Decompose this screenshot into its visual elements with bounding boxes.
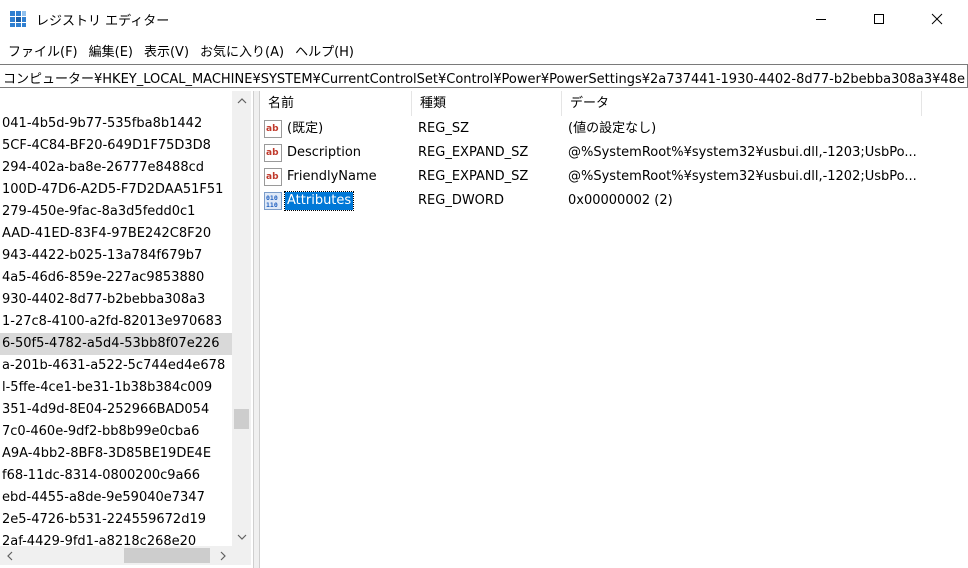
vertical-scroll-thumb[interactable]: [234, 409, 249, 429]
value-type: REG_SZ: [418, 121, 469, 136]
value-type: REG_EXPAND_SZ: [418, 145, 529, 160]
value-data: (値の設定なし): [568, 121, 657, 136]
tree-item[interactable]: 351-4d9d-8E04-252966BAD054: [0, 399, 232, 421]
tree-item[interactable]: ebd-4455-a8de-9e59040e7347: [0, 487, 232, 509]
tree-item[interactable]: 4a5-46d6-859e-227ac9853880: [0, 267, 232, 289]
address-bar[interactable]: コンピューター¥HKEY_LOCAL_MACHINE¥SYSTEM¥Curren…: [0, 64, 968, 88]
tree-item[interactable]: AAD-41ED-83F4-97BE242C8F20: [0, 223, 232, 245]
string-value-icon: ab: [264, 120, 282, 138]
close-button[interactable]: [908, 0, 966, 38]
value-row[interactable]: ab (既定) REG_SZ (値の設定なし): [260, 117, 968, 141]
value-name: FriendlyName: [287, 169, 377, 184]
value-name: Attributes: [283, 191, 355, 211]
menu-help[interactable]: ヘルプ(H): [291, 39, 358, 62]
tree-item[interactable]: 279-450e-9fac-8a3d5fedd0c1: [0, 201, 232, 223]
chevron-right-icon: [220, 551, 226, 560]
value-row-selected[interactable]: 010 110 Attributes REG_DWORD 0x00000002 …: [260, 189, 968, 213]
column-header-data[interactable]: データ: [562, 91, 922, 116]
minimize-icon: [816, 19, 826, 20]
value-name-cell: ab Description: [264, 141, 412, 165]
key-tree: 041-4b5d-9b77-535fba8b1442 5CF-4C84-BF20…: [0, 113, 232, 553]
key-tree-pane[interactable]: 041-4b5d-9b77-535fba8b1442 5CF-4C84-BF20…: [0, 91, 254, 568]
svg-text:ab: ab: [266, 172, 279, 182]
tree-item[interactable]: 294-402a-ba8e-26777e8488cd: [0, 157, 232, 179]
column-header-type[interactable]: 種類: [412, 91, 562, 116]
value-data: @%SystemRoot%¥system32¥usbui.dll,-1202;U…: [568, 169, 917, 184]
scroll-right-button[interactable]: [213, 546, 232, 565]
tree-item[interactable]: a-201b-4631-a522-5c744ed4e678: [0, 355, 232, 377]
tree-item[interactable]: A9A-4bb2-8BF8-3D85BE19DE4E: [0, 443, 232, 465]
string-value-icon: ab: [264, 168, 282, 186]
value-name-cell: 010 110 Attributes: [264, 189, 412, 213]
value-name-cell: ab FriendlyName: [264, 165, 412, 189]
scroll-left-button[interactable]: [0, 546, 19, 565]
value-type: REG_DWORD: [418, 193, 504, 208]
registry-editor-icon: [10, 11, 26, 27]
binary-value-icon: 010 110: [264, 192, 282, 210]
svg-text:ab: ab: [266, 124, 279, 134]
value-data: 0x00000002 (2): [568, 193, 673, 208]
value-row[interactable]: ab FriendlyName REG_EXPAND_SZ @%SystemRo…: [260, 165, 968, 189]
maximize-icon: [874, 14, 884, 24]
value-data: @%SystemRoot%¥system32¥usbui.dll,-1203;U…: [568, 145, 917, 160]
address-path[interactable]: コンピューター¥HKEY_LOCAL_MACHINE¥SYSTEM¥Curren…: [3, 68, 965, 87]
menu-file[interactable]: ファイル(F): [4, 39, 82, 62]
chevron-up-icon: [237, 97, 246, 103]
value-name-cell: ab (既定): [264, 117, 412, 141]
tree-item[interactable]: f68-11dc-8314-0800200c9a66: [0, 465, 232, 487]
scroll-corner: [232, 546, 251, 565]
list-header: 名前 種類 データ: [260, 91, 968, 116]
tree-item[interactable]: 2e5-4726-b531-224559672d19: [0, 509, 232, 531]
scroll-up-button[interactable]: [232, 91, 251, 110]
tree-item-selected[interactable]: 6-50f5-4782-a5d4-53bb8f07e226: [0, 333, 232, 355]
tree-item[interactable]: 943-4422-b025-13a784f679b7: [0, 245, 232, 267]
tree-item[interactable]: 7c0-460e-9df2-bb8b99e0cba6: [0, 421, 232, 443]
svg-text:ab: ab: [266, 148, 279, 158]
tree-item[interactable]: 930-4402-8d77-b2bebba308a3: [0, 289, 232, 311]
menu-view[interactable]: 表示(V): [140, 39, 193, 62]
values-pane[interactable]: 名前 種類 データ ab (既定) REG_SZ (値の設定なし) ab Des…: [259, 91, 968, 568]
chevron-down-icon: [237, 534, 246, 540]
string-value-icon: ab: [264, 144, 282, 162]
minimize-button[interactable]: [792, 0, 850, 38]
maximize-button[interactable]: [850, 0, 908, 38]
chevron-left-icon: [6, 551, 12, 560]
tree-item[interactable]: 1-27c8-4100-a2fd-82013e970683: [0, 311, 232, 333]
tree-item[interactable]: l-5ffe-4ce1-be31-1b38b384c009: [0, 377, 232, 399]
svg-text:110: 110: [266, 201, 278, 209]
value-name: Description: [287, 145, 362, 160]
window-title: レジストリ エディター: [36, 14, 170, 29]
tree-item[interactable]: 100D-47D6-A2D5-F7D2DAA51F51: [0, 179, 232, 201]
menu-favorites[interactable]: お気に入り(A): [196, 39, 288, 62]
column-header-name[interactable]: 名前: [260, 91, 412, 116]
tree-item[interactable]: 041-4b5d-9b77-535fba8b1442: [0, 113, 232, 135]
tree-horizontal-scrollbar[interactable]: [0, 546, 232, 565]
tree-item[interactable]: 5CF-4C84-BF20-649D1F75D3D8: [0, 135, 232, 157]
value-row[interactable]: ab Description REG_EXPAND_SZ @%SystemRoo…: [260, 141, 968, 165]
menu-edit[interactable]: 編集(E): [85, 39, 137, 62]
horizontal-scroll-thumb[interactable]: [124, 548, 210, 563]
menu-bar: ファイル(F) 編集(E) 表示(V) お気に入り(A) ヘルプ(H): [0, 38, 968, 62]
close-icon: [931, 13, 943, 25]
tree-vertical-scrollbar[interactable]: [232, 91, 251, 546]
scroll-down-button[interactable]: [232, 527, 251, 546]
value-name: (既定): [287, 121, 324, 136]
title-bar: レジストリ エディター: [0, 0, 968, 38]
value-type: REG_EXPAND_SZ: [418, 169, 529, 184]
